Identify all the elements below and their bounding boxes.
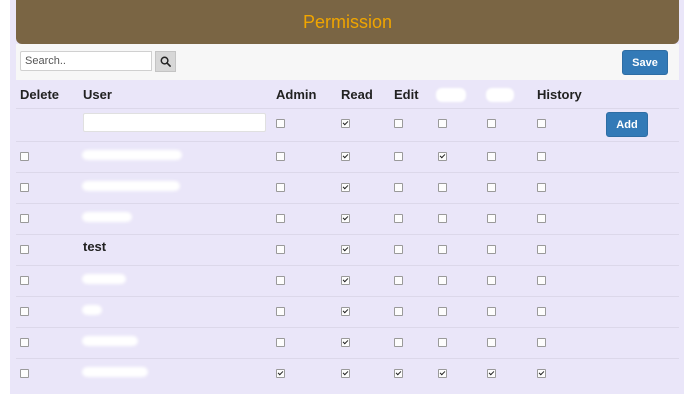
read-checkbox[interactable] [341,338,350,347]
new-history-checkbox[interactable] [537,119,546,128]
user-name-redacted [82,181,180,191]
history-checkbox[interactable] [537,369,546,378]
user-name-redacted [82,367,148,377]
row-divider [16,108,679,109]
column-header-redacted [486,88,514,102]
user-name-redacted [82,336,138,346]
delete-checkbox[interactable] [20,338,29,347]
add-button[interactable]: Add [606,112,648,137]
c6-checkbox[interactable] [487,276,496,285]
user-name-redacted [82,274,126,284]
c5-checkbox[interactable] [438,338,447,347]
new-permission-checkbox[interactable] [487,119,496,128]
edit-checkbox[interactable] [394,307,403,316]
row-divider [16,172,679,173]
c6-checkbox[interactable] [487,245,496,254]
c5-checkbox[interactable] [438,307,447,316]
history-checkbox[interactable] [537,307,546,316]
column-header-history: History [537,87,582,102]
column-header-delete: Delete [20,87,60,102]
row-divider [16,327,679,328]
user-name: test [83,239,107,254]
c6-checkbox[interactable] [487,369,496,378]
new-edit-checkbox[interactable] [394,119,403,128]
history-checkbox[interactable] [537,276,546,285]
column-header-redacted [436,88,466,102]
admin-checkbox[interactable] [276,214,285,223]
admin-checkbox[interactable] [276,152,285,161]
c6-checkbox[interactable] [487,152,496,161]
new-permission-checkbox[interactable] [438,119,447,128]
delete-checkbox[interactable] [20,183,29,192]
user-name-redacted [82,305,102,315]
c5-checkbox[interactable] [438,369,447,378]
c5-checkbox[interactable] [438,276,447,285]
edit-checkbox[interactable] [394,152,403,161]
read-checkbox[interactable] [341,369,350,378]
edit-checkbox[interactable] [394,369,403,378]
column-header-edit: Edit [394,87,419,102]
read-checkbox[interactable] [341,183,350,192]
permission-header: Permission [16,0,679,44]
row-divider [16,141,679,142]
history-checkbox[interactable] [537,338,546,347]
read-checkbox[interactable] [341,214,350,223]
c5-checkbox[interactable] [438,152,447,161]
delete-checkbox[interactable] [20,214,29,223]
delete-checkbox[interactable] [20,245,29,254]
admin-checkbox[interactable] [276,338,285,347]
edit-checkbox[interactable] [394,245,403,254]
edit-checkbox[interactable] [394,338,403,347]
edit-checkbox[interactable] [394,214,403,223]
c5-checkbox[interactable] [438,183,447,192]
admin-checkbox[interactable] [276,183,285,192]
delete-checkbox[interactable] [20,369,29,378]
delete-checkbox[interactable] [20,152,29,161]
search-icon [160,56,171,67]
search-input[interactable] [20,51,152,71]
row-divider [16,203,679,204]
edit-checkbox[interactable] [394,276,403,285]
search-button[interactable] [155,51,176,72]
history-checkbox[interactable] [537,214,546,223]
admin-checkbox[interactable] [276,245,285,254]
column-header-user: User [83,87,112,102]
delete-checkbox[interactable] [20,276,29,285]
read-checkbox[interactable] [341,276,350,285]
new-read-checkbox[interactable] [341,119,350,128]
c6-checkbox[interactable] [487,183,496,192]
history-checkbox[interactable] [537,152,546,161]
admin-checkbox[interactable] [276,276,285,285]
column-header-admin: Admin [276,87,317,102]
new-user-input[interactable] [83,113,266,132]
history-checkbox[interactable] [537,183,546,192]
new-admin-checkbox[interactable] [276,119,285,128]
user-name-redacted [82,150,182,160]
c6-checkbox[interactable] [487,214,496,223]
row-divider [16,296,679,297]
c6-checkbox[interactable] [487,307,496,316]
c5-checkbox[interactable] [438,214,447,223]
c5-checkbox[interactable] [438,245,447,254]
row-divider [16,358,679,359]
row-divider [16,234,679,235]
toolbar: Save [16,44,679,80]
delete-checkbox[interactable] [20,307,29,316]
admin-checkbox[interactable] [276,369,285,378]
c6-checkbox[interactable] [487,338,496,347]
read-checkbox[interactable] [341,152,350,161]
row-divider [16,265,679,266]
user-name-redacted [82,212,132,222]
admin-checkbox[interactable] [276,307,285,316]
history-checkbox[interactable] [537,245,546,254]
read-checkbox[interactable] [341,307,350,316]
edit-checkbox[interactable] [394,183,403,192]
save-button[interactable]: Save [622,50,668,75]
column-header-read: Read [341,87,373,102]
page-title: Permission [302,11,393,32]
read-checkbox[interactable] [341,245,350,254]
